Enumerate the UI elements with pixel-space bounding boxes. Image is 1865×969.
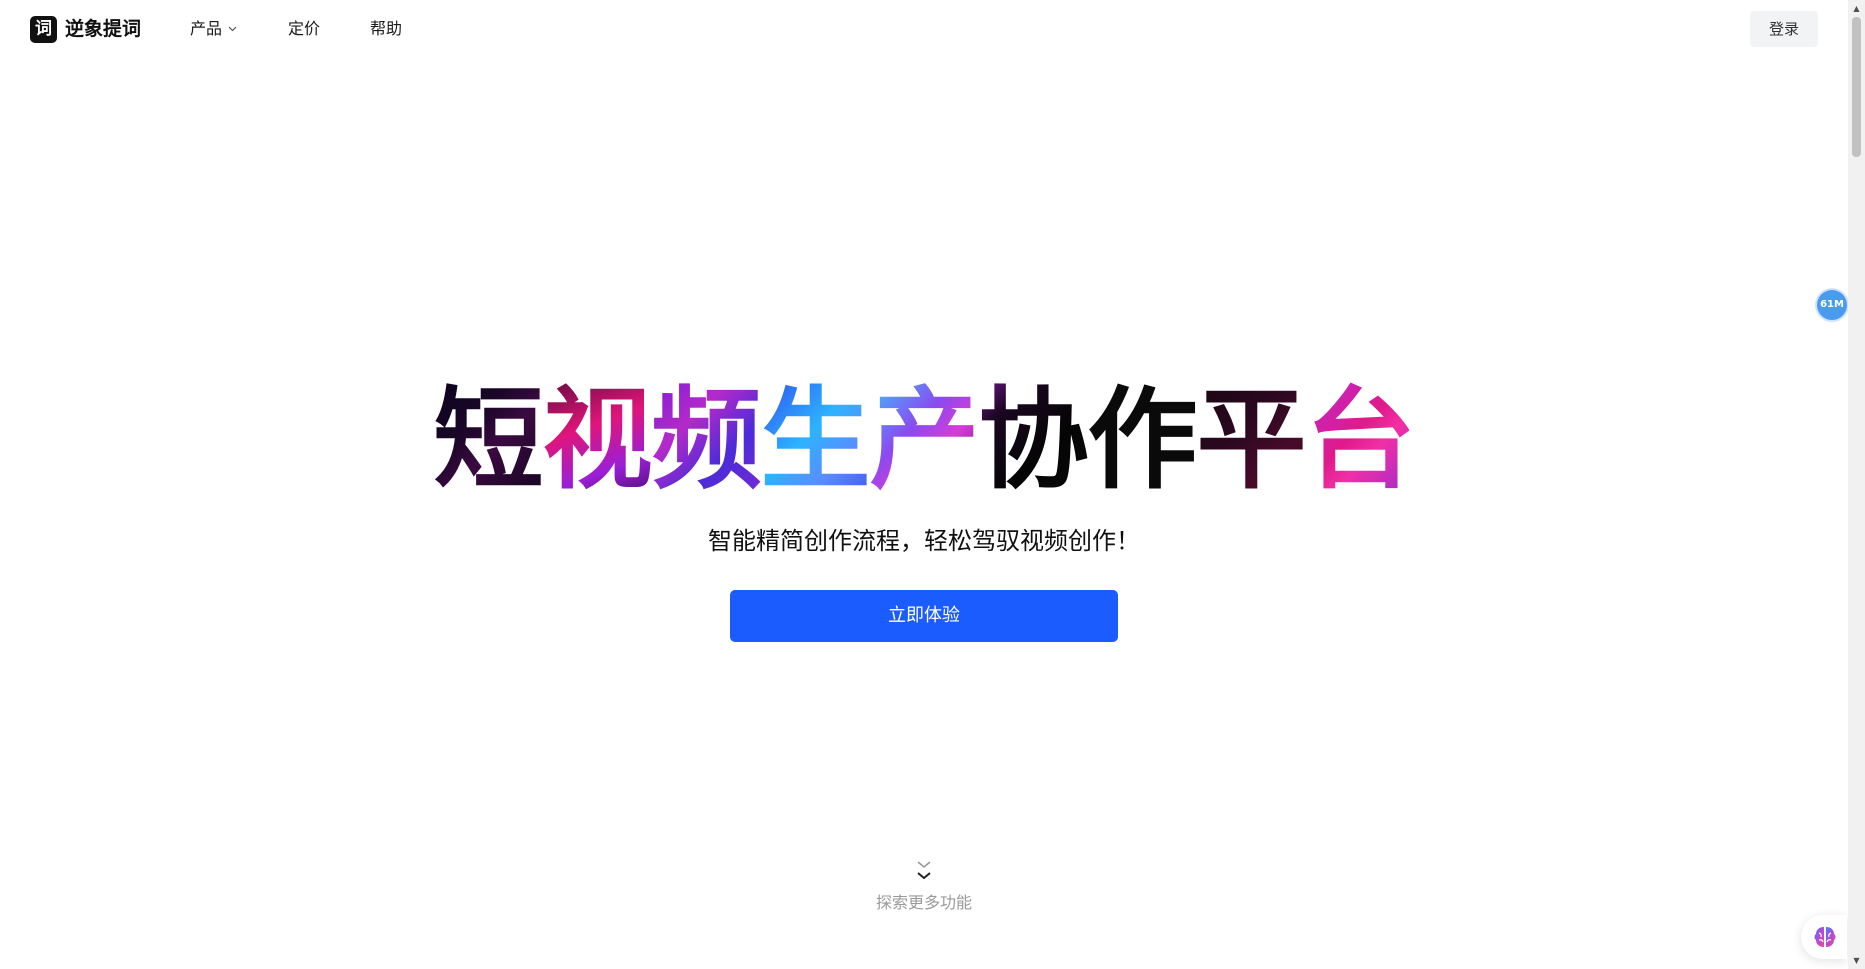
hero-title-char: 协 bbox=[978, 376, 1089, 504]
logo-text[interactable]: 逆象提词 bbox=[65, 15, 141, 43]
scroll-thumb[interactable] bbox=[1852, 17, 1861, 157]
scroll-down-arrow-icon[interactable]: ▼ bbox=[1848, 952, 1865, 969]
hero-title-char: 台 bbox=[1305, 376, 1416, 504]
logo-icon[interactable]: 词 bbox=[30, 16, 57, 43]
vertical-scrollbar[interactable]: ▲ ▼ bbox=[1848, 0, 1865, 969]
brain-icon bbox=[1814, 927, 1836, 947]
nav-item-pricing[interactable]: 定价 bbox=[288, 16, 320, 42]
hero-title-char: 产 bbox=[869, 376, 980, 504]
page: 词 逆象提词 产品 定价 帮助 登录 短视频生产协作平台 智能精简创作流程，轻松… bbox=[0, 0, 1865, 969]
nav-item-product[interactable]: 产品 bbox=[190, 16, 237, 42]
login-button[interactable]: 登录 bbox=[1750, 11, 1818, 47]
ai-assistant-button[interactable] bbox=[1801, 915, 1847, 959]
nav-product-label: 产品 bbox=[190, 19, 223, 38]
floating-badge[interactable]: 61M bbox=[1817, 290, 1847, 320]
scroll-up-arrow-icon[interactable]: ▲ bbox=[1848, 0, 1865, 17]
hero-title-char: 短 bbox=[433, 376, 544, 504]
hero-title-char: 平 bbox=[1196, 376, 1307, 504]
hero-title: 短视频生产协作平台 bbox=[0, 375, 1848, 505]
explore-more-label: 探索更多功能 bbox=[875, 893, 972, 912]
hero-title-char: 视 bbox=[542, 376, 653, 504]
hero-title-char: 频 bbox=[651, 376, 762, 504]
try-now-button[interactable]: 立即体验 bbox=[730, 590, 1118, 642]
hero-subtitle: 智能精简创作流程，轻松驾驭视频创作！ bbox=[708, 527, 1140, 555]
hero-title-char: 生 bbox=[760, 376, 871, 504]
nav-item-help[interactable]: 帮助 bbox=[370, 16, 402, 42]
hero-title-char: 作 bbox=[1087, 376, 1198, 504]
double-chevron-down-icon bbox=[917, 861, 931, 880]
chevron-down-icon bbox=[228, 26, 237, 32]
top-header: 词 逆象提词 产品 定价 帮助 登录 bbox=[0, 0, 1848, 58]
explore-more[interactable]: 探索更多功能 bbox=[0, 856, 1848, 914]
